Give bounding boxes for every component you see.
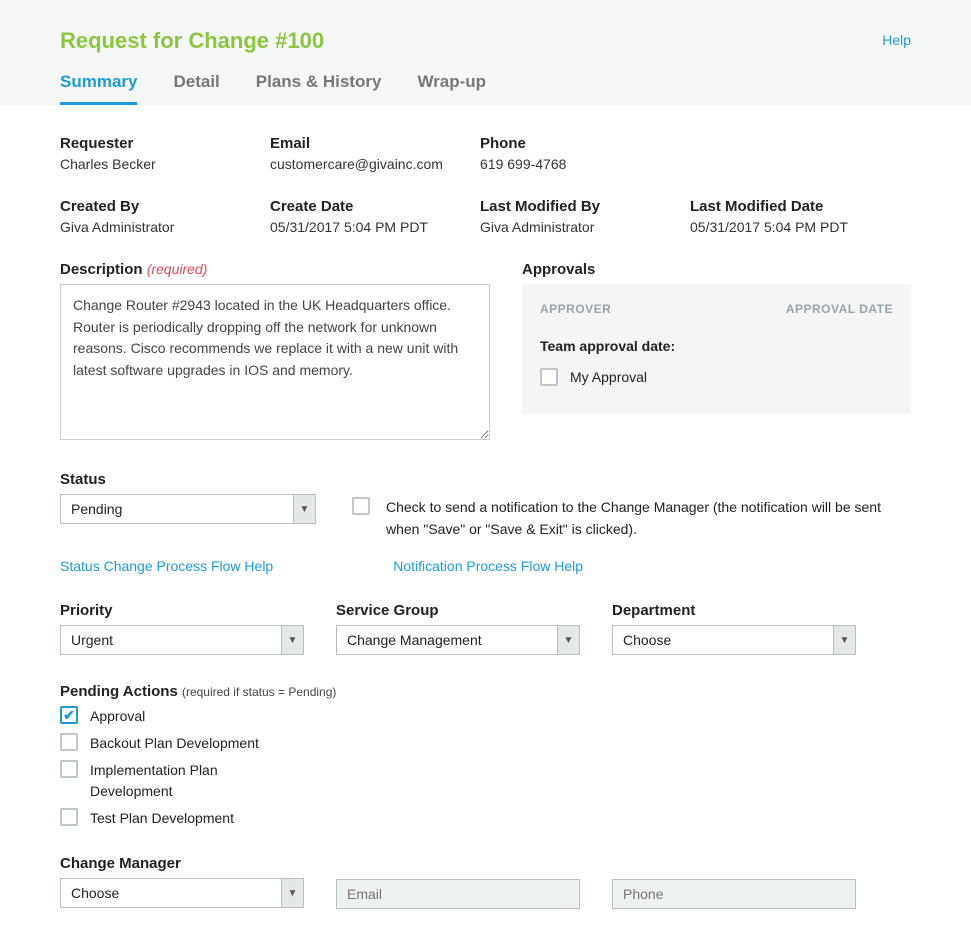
- email-label: Email: [270, 135, 480, 152]
- pending-backout-label: Backout Plan Development: [90, 733, 259, 754]
- approval-date-col-header: APPROVAL DATE: [786, 302, 893, 316]
- pending-testplan-checkbox[interactable]: [60, 808, 78, 826]
- change-manager-select[interactable]: Choose ▼: [60, 878, 304, 908]
- phone-value: 619 699-4768: [480, 156, 690, 172]
- notify-manager-checkbox[interactable]: [352, 497, 370, 515]
- email-value: customercare@givainc.com: [270, 156, 480, 172]
- page-title: Request for Change #100: [60, 28, 911, 54]
- approver-col-header: APPROVER: [540, 302, 611, 316]
- chevron-down-icon: ▼: [557, 626, 579, 654]
- help-link[interactable]: Help: [882, 32, 911, 48]
- my-approval-checkbox[interactable]: [540, 368, 558, 386]
- approvals-label: Approvals: [522, 261, 911, 278]
- description-input[interactable]: [60, 284, 490, 440]
- lastmodby-value: Giva Administrator: [480, 219, 690, 235]
- chevron-down-icon: ▼: [293, 495, 315, 523]
- approvals-panel: APPROVER APPROVAL DATE Team approval dat…: [522, 284, 911, 414]
- pending-testplan-label: Test Plan Development: [90, 808, 234, 829]
- lastmoddate-label: Last Modified Date: [690, 198, 900, 215]
- pending-backout-checkbox[interactable]: [60, 733, 78, 751]
- createdby-label: Created By: [60, 198, 270, 215]
- pending-actions-label-text: Pending Actions: [60, 683, 178, 700]
- team-approval-date-label: Team approval date:: [540, 338, 893, 354]
- tab-detail[interactable]: Detail: [173, 72, 219, 105]
- department-label: Department: [612, 602, 856, 619]
- pending-implementation-label: Implementation Plan Development: [90, 760, 270, 802]
- createdate-label: Create Date: [270, 198, 480, 215]
- department-select[interactable]: Choose ▼: [612, 625, 856, 655]
- chevron-down-icon: ▼: [281, 879, 303, 907]
- tab-wrap-up[interactable]: Wrap-up: [417, 72, 486, 105]
- createdby-value: Giva Administrator: [60, 219, 270, 235]
- priority-select[interactable]: Urgent ▼: [60, 625, 304, 655]
- createdate-value: 05/31/2017 5:04 PM PDT: [270, 219, 480, 235]
- status-select-value: Pending: [71, 501, 122, 517]
- pending-actions-hint: (required if status = Pending): [182, 685, 336, 699]
- pending-approval-label: Approval: [90, 706, 145, 727]
- notify-manager-text: Check to send a notification to the Chan…: [386, 497, 911, 540]
- description-label: Description (required): [60, 261, 490, 278]
- service-group-select[interactable]: Change Management ▼: [336, 625, 580, 655]
- my-approval-label: My Approval: [570, 369, 647, 385]
- change-manager-select-value: Choose: [71, 885, 119, 901]
- change-manager-email-input[interactable]: [336, 879, 580, 909]
- chevron-down-icon: ▼: [281, 626, 303, 654]
- description-required: (required): [147, 261, 208, 277]
- department-select-value: Choose: [623, 632, 671, 648]
- service-group-select-value: Change Management: [347, 632, 482, 648]
- status-label: Status: [60, 471, 316, 488]
- requester-label: Requester: [60, 135, 270, 152]
- notify-help-link[interactable]: Notification Process Flow Help: [393, 558, 583, 574]
- change-manager-label: Change Manager: [60, 855, 304, 872]
- tab-plans-history[interactable]: Plans & History: [256, 72, 382, 105]
- priority-select-value: Urgent: [71, 632, 113, 648]
- change-manager-phone-input[interactable]: [612, 879, 856, 909]
- priority-label: Priority: [60, 602, 304, 619]
- requester-value: Charles Becker: [60, 156, 270, 172]
- tab-bar: Summary Detail Plans & History Wrap-up: [60, 72, 911, 105]
- lastmodby-label: Last Modified By: [480, 198, 690, 215]
- tab-summary[interactable]: Summary: [60, 72, 137, 105]
- phone-label: Phone: [480, 135, 690, 152]
- status-select[interactable]: Pending ▼: [60, 494, 316, 524]
- pending-implementation-checkbox[interactable]: [60, 760, 78, 778]
- pending-approval-checkbox[interactable]: [60, 706, 78, 724]
- service-group-label: Service Group: [336, 602, 580, 619]
- description-label-text: Description: [60, 261, 143, 278]
- lastmoddate-value: 05/31/2017 5:04 PM PDT: [690, 219, 900, 235]
- pending-actions-label: Pending Actions (required if status = Pe…: [60, 683, 911, 700]
- status-help-link[interactable]: Status Change Process Flow Help: [60, 558, 273, 574]
- chevron-down-icon: ▼: [833, 626, 855, 654]
